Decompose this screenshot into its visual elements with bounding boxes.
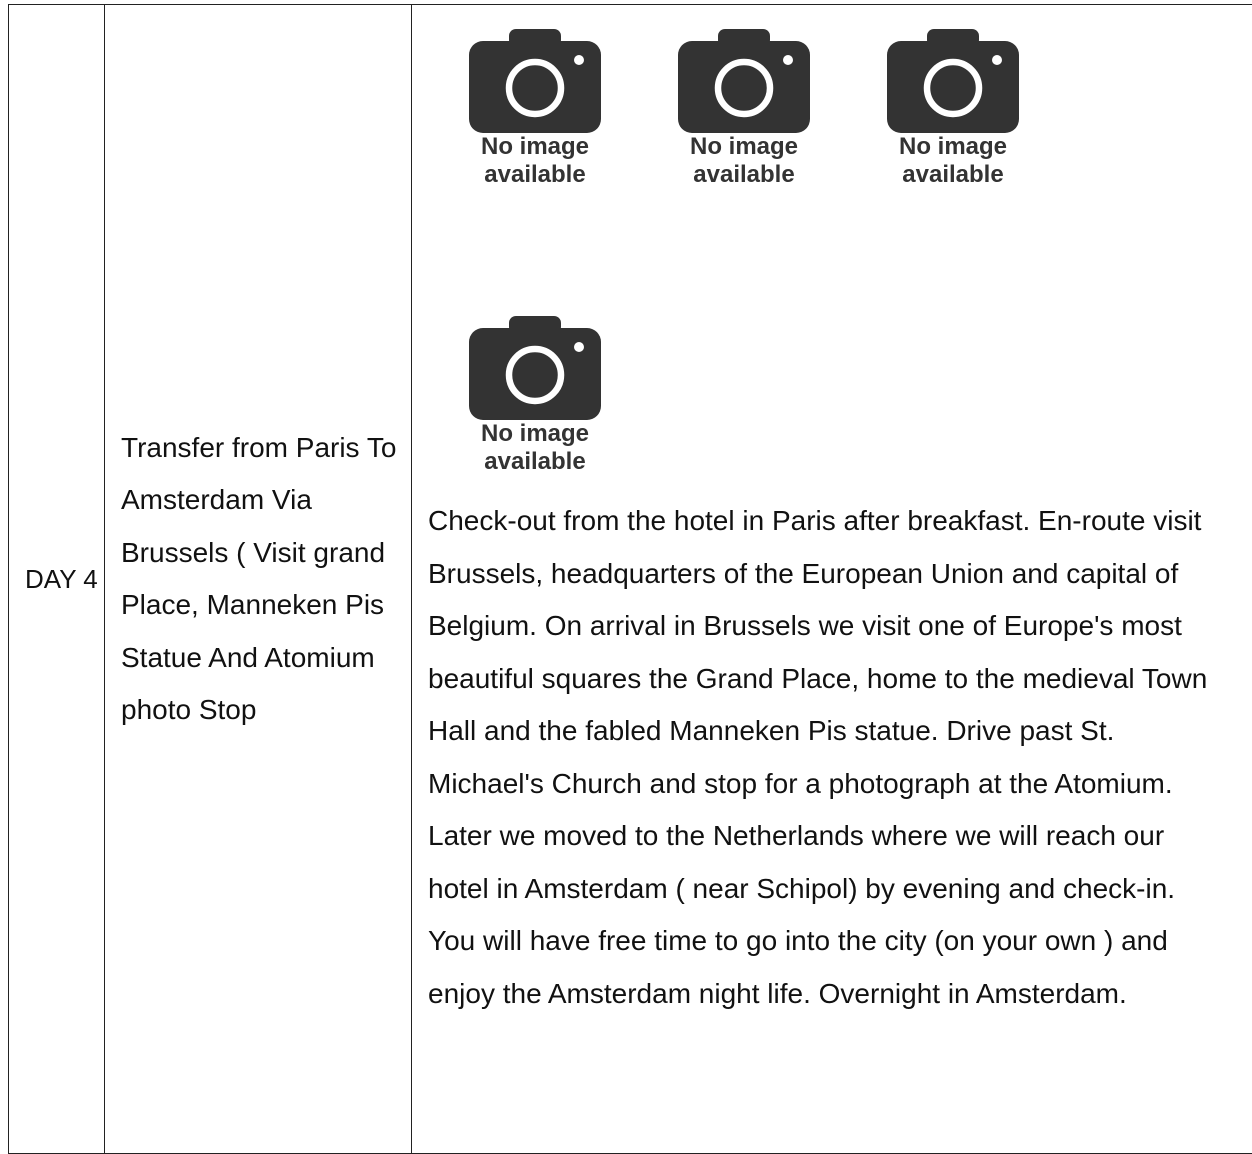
placeholder-text-line1: No image	[653, 133, 835, 161]
day-label: DAY 4	[25, 564, 98, 594]
description-cell: No image available No image available	[412, 5, 1252, 1154]
camera-icon	[469, 316, 601, 420]
day-cell: DAY 4	[9, 5, 105, 1154]
placeholder-text-line1: No image	[444, 420, 626, 448]
itinerary-row: DAY 4 Transfer from Paris To Amsterdam V…	[9, 5, 1252, 1154]
image-placeholder: No image available	[653, 29, 813, 199]
placeholder-text: No image available	[444, 133, 626, 189]
placeholder-text: No image available	[862, 133, 1044, 189]
image-placeholder: No image available	[862, 29, 1022, 199]
day-description: Check-out from the hotel in Paris after …	[428, 495, 1228, 1020]
camera-icon	[469, 29, 601, 133]
image-placeholder: No image available	[444, 316, 604, 486]
placeholder-text-line2: available	[444, 161, 626, 189]
image-placeholder: No image available	[444, 29, 604, 199]
placeholder-text: No image available	[444, 420, 626, 476]
placeholder-text-line2: available	[653, 161, 835, 189]
camera-icon	[678, 29, 810, 133]
placeholder-text-line2: available	[862, 161, 1044, 189]
placeholder-text-line2: available	[444, 448, 626, 476]
placeholder-text-line1: No image	[444, 133, 626, 161]
placeholder-text: No image available	[653, 133, 835, 189]
placeholder-text-line1: No image	[862, 133, 1044, 161]
day-title: Transfer from Paris To Amsterdam Via Bru…	[121, 432, 396, 726]
title-cell: Transfer from Paris To Amsterdam Via Bru…	[105, 5, 412, 1154]
itinerary-table: DAY 4 Transfer from Paris To Amsterdam V…	[8, 4, 1252, 1154]
camera-icon	[887, 29, 1019, 133]
